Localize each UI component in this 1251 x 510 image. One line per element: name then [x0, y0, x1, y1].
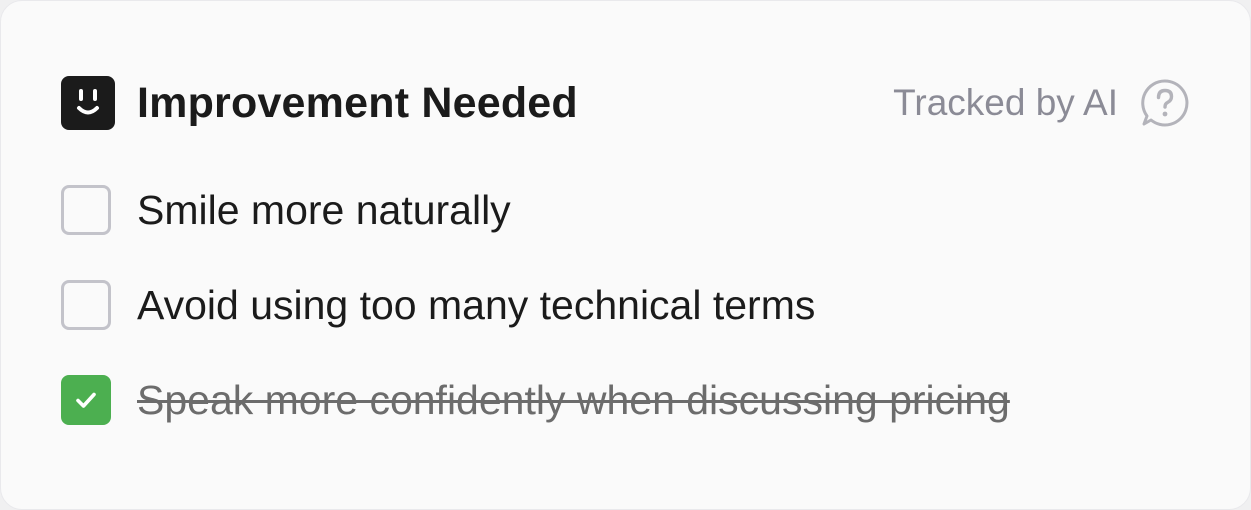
- list-item[interactable]: Avoid using too many technical terms: [61, 274, 1190, 336]
- item-label: Speak more confidently when discussing p…: [137, 376, 1010, 423]
- header-meta: Tracked by AI: [893, 78, 1190, 128]
- checkbox[interactable]: [61, 280, 111, 330]
- item-label: Avoid using too many technical terms: [137, 281, 816, 328]
- tracked-by-ai-label: Tracked by AI: [893, 82, 1118, 123]
- smile-face-icon: [61, 76, 115, 130]
- checkbox-checked[interactable]: [61, 375, 111, 425]
- help-question-icon[interactable]: [1140, 78, 1190, 128]
- list-item[interactable]: Smile more naturally: [61, 179, 1190, 241]
- checkbox[interactable]: [61, 185, 111, 235]
- card-header: Improvement Needed Tracked by AI: [61, 75, 1190, 131]
- card-title: Improvement Needed: [137, 78, 578, 127]
- list-item-completed[interactable]: Speak more confidently when discussing p…: [61, 369, 1190, 431]
- header-title-group: Improvement Needed: [61, 76, 578, 130]
- checkmark-icon: [76, 392, 96, 408]
- item-label: Smile more naturally: [137, 186, 511, 233]
- improvement-card: Improvement Needed Tracked by AI Smile m…: [0, 0, 1251, 510]
- improvement-list: Smile more naturally Avoid using too man…: [61, 179, 1190, 464]
